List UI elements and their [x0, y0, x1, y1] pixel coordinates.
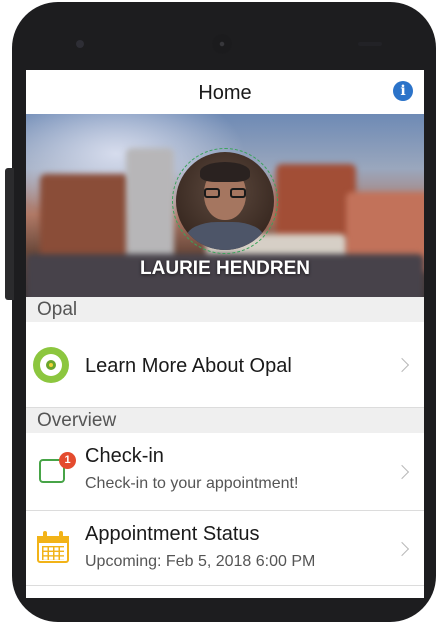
avatar-glasses	[204, 188, 246, 198]
front-camera-icon	[76, 40, 84, 48]
opal-logo-icon	[33, 347, 69, 383]
list-item-check-in[interactable]: 1 Check-in Check-in to your appointment!	[26, 433, 424, 511]
page-title: Home	[198, 82, 252, 104]
info-icon[interactable]: i	[393, 81, 413, 101]
list-item-partial[interactable]	[26, 586, 424, 598]
avatar-hair	[200, 162, 250, 182]
list-item-appointment-status[interactable]: Appointment Status Upcoming: Feb 5, 2018…	[26, 511, 424, 586]
chevron-right-icon	[394, 541, 410, 557]
chevron-right-icon	[394, 357, 410, 373]
list-item-label: Learn More About Opal	[85, 355, 292, 377]
notification-badge: 1	[59, 452, 76, 469]
profile-banner: LAURIE HENDREN	[26, 114, 424, 297]
avatar[interactable]	[176, 152, 274, 250]
user-name: LAURIE HENDREN	[140, 258, 310, 279]
calendar-icon	[37, 531, 69, 563]
avatar-shirt	[186, 222, 264, 250]
phone-side-button	[5, 168, 14, 300]
top-bar: Home i	[26, 70, 424, 114]
list-item-subtitle: Upcoming: Feb 5, 2018 6:00 PM	[85, 553, 316, 570]
banner-background	[126, 148, 174, 268]
section-header-overview: Overview	[26, 408, 424, 433]
list-item-title: Check-in	[85, 445, 164, 467]
earpiece-speaker	[212, 34, 232, 54]
list-item-subtitle: Check-in to your appointment!	[85, 475, 299, 492]
chevron-right-icon	[394, 464, 410, 480]
proximity-sensor	[358, 42, 382, 46]
list-item-title: Appointment Status	[85, 523, 260, 545]
app-screen: Home i LAURIE HENDREN Opal Learn More Ab…	[26, 70, 424, 598]
list-item-learn-more-opal[interactable]: Learn More About Opal	[26, 322, 424, 408]
section-header-opal: Opal	[26, 297, 424, 322]
